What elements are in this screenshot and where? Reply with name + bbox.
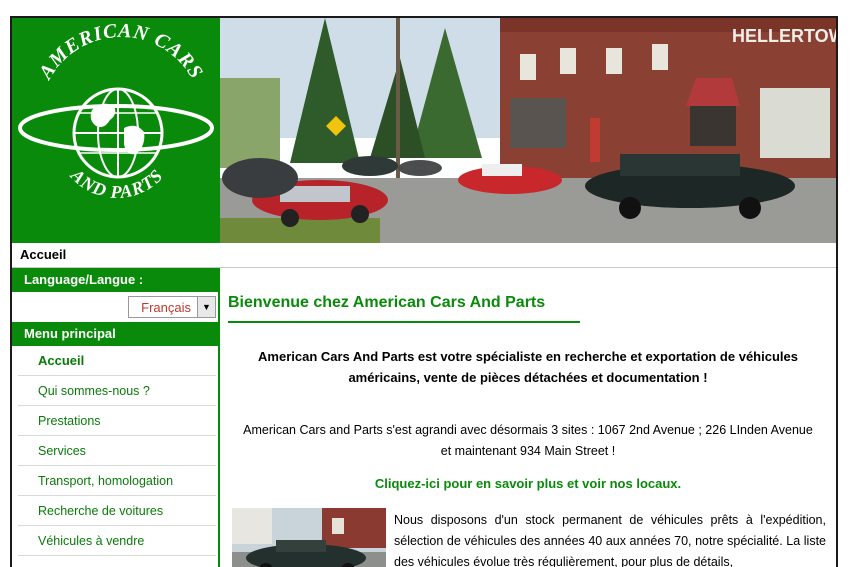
sidebar-item-qui-sommes-nous[interactable]: Qui sommes-nous ? <box>18 376 216 406</box>
language-selected-value: Français <box>141 299 191 315</box>
car-thumbnail-image <box>232 508 386 567</box>
site-logo[interactable]: AMERICAN CARS AND PARTS <box>12 18 220 243</box>
street-cars-image: HELLERTOWN <box>220 18 836 243</box>
language-row: Français ▼ <box>12 292 218 322</box>
language-heading: Language/Langue : <box>12 268 218 292</box>
more-info-link[interactable]: Cliquez-ici pour en savoir plus et voir … <box>228 476 828 491</box>
sidebar-item-prestations[interactable]: Prestations <box>18 406 216 436</box>
main-content: Bienvenue chez American Cars And Parts A… <box>228 268 832 567</box>
chevron-down-icon[interactable]: ▼ <box>197 297 215 317</box>
menu-heading: Menu principal <box>12 322 218 346</box>
intro-text: American Cars And Parts est votre spécia… <box>258 349 798 385</box>
sites-paragraph: American Cars and Parts s'est agrandi av… <box>243 423 813 458</box>
sidebar-item-transport[interactable]: Transport, homologation <box>18 466 216 496</box>
stock-car-thumbnail[interactable] <box>232 508 386 567</box>
svg-text:AND PARTS: AND PARTS <box>66 164 167 202</box>
title-underline <box>228 321 580 323</box>
sidebar-item-accueil[interactable]: Accueil <box>18 346 216 376</box>
sidebar-item-recherche[interactable]: Recherche de voitures <box>18 496 216 526</box>
breadcrumb[interactable]: Accueil <box>12 243 836 268</box>
sidebar-item-services[interactable]: Services <box>18 436 216 466</box>
page-frame: AMERICAN CARS AND PARTS HELLERTO Accueil… <box>10 16 838 567</box>
sidebar: Language/Langue : Français ▼ Menu princi… <box>12 268 218 567</box>
language-select[interactable]: Français ▼ <box>128 296 216 318</box>
svg-text:AMERICAN CARS: AMERICAN CARS <box>34 20 208 85</box>
header-photo: HELLERTOWN <box>220 18 836 243</box>
building-sign: HELLERTOWN <box>732 26 836 46</box>
globe-logo-icon: AMERICAN CARS AND PARTS <box>18 20 214 202</box>
sidebar-divider <box>218 268 220 567</box>
logo-text-bottom: AND PARTS <box>66 164 166 202</box>
logo-text-top: AMERICAN CARS <box>34 20 207 85</box>
stock-paragraph: Nous disposons d'un stock permanent de v… <box>394 513 826 567</box>
sidebar-item-vehicules[interactable]: Véhicules à vendre <box>18 526 216 556</box>
page-title: Bienvenue chez American Cars And Parts <box>228 294 546 311</box>
site-header: AMERICAN CARS AND PARTS HELLERTO <box>12 18 836 243</box>
